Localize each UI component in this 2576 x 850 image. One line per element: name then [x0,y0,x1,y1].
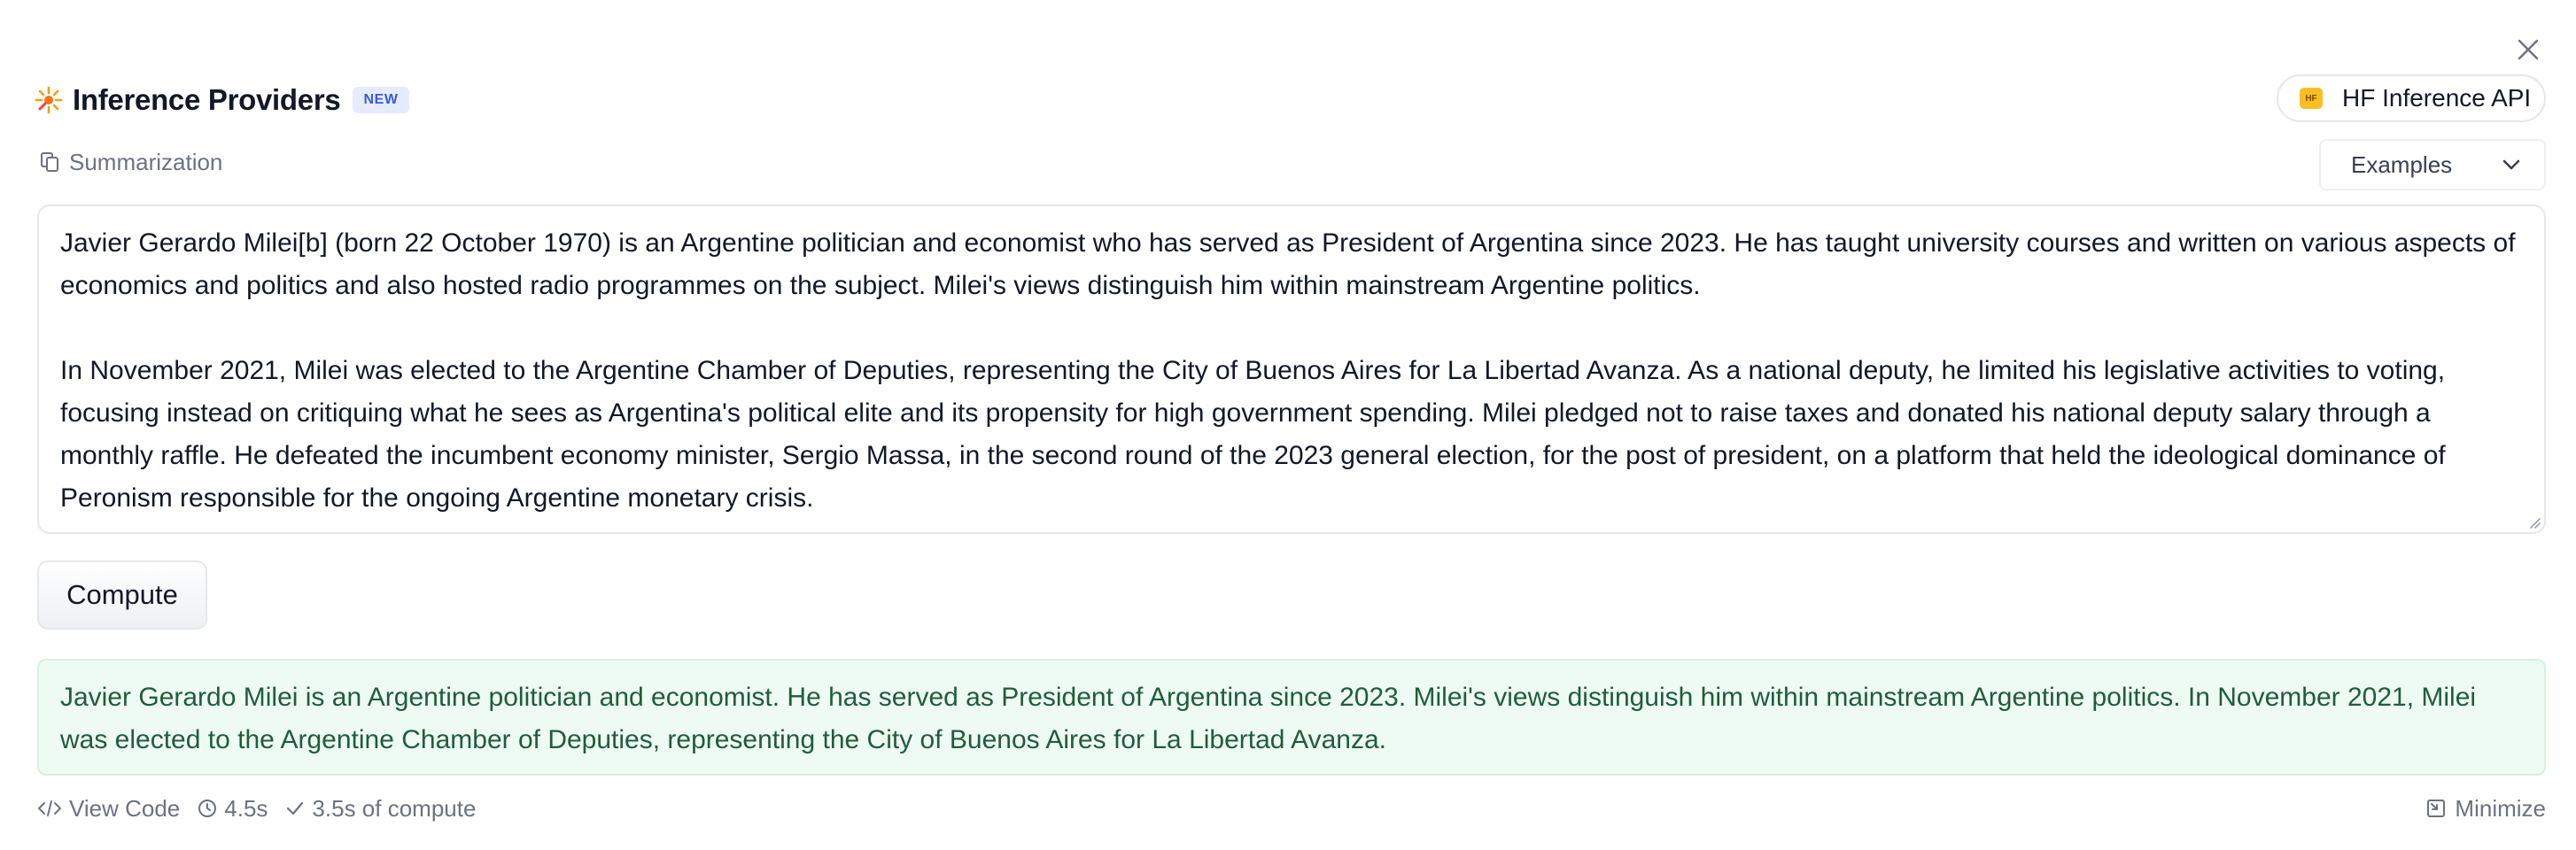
close-icon [2518,39,2539,60]
output-text: Javier Gerardo Milei is an Argentine pol… [60,683,2477,754]
minimize-label: Minimize [2455,794,2546,822]
examples-dropdown[interactable]: Examples [2319,139,2546,190]
minimize-icon [2426,799,2446,818]
minimize-button[interactable]: Minimize [2426,793,2546,823]
task-label: Summarization [69,148,223,175]
input-paragraph: Javier Gerardo Milei[b] (born 22 October… [60,228,2516,300]
chevron-down-icon [2502,159,2520,170]
input-textarea[interactable]: Javier Gerardo Milei[b] (born 22 October… [37,205,2546,534]
clock-icon [198,799,217,818]
input-paragraph: In November 2021, Milei was elected to t… [60,356,2446,513]
view-code-label: View Code [69,794,181,822]
hf-logo-icon: HF [2300,88,2323,109]
task-indicator: Summarization [39,148,222,176]
sparkle-icon [34,85,64,115]
page-title: Inference Providers [73,83,341,116]
latency-stat: 4.5s [198,795,268,823]
examples-label: Examples [2351,151,2453,178]
compute-time-value: 3.5s of compute [312,794,477,822]
output-panel: Javier Gerardo Milei is an Argentine pol… [37,659,2546,776]
widget-header: Inference Providers NEW [34,78,409,122]
close-button[interactable] [2512,34,2544,66]
new-badge: NEW [353,87,409,113]
footer-stats: View Code 4.5s 3.5s of compute [37,793,493,823]
compute-button[interactable]: Compute [37,560,207,630]
document-copy-icon [39,151,60,173]
compute-stat: 3.5s of compute [285,795,476,823]
provider-selector-button[interactable]: HF HF Inference API [2277,74,2546,122]
code-icon [37,800,62,817]
check-icon [285,800,305,817]
latency-value: 4.5s [224,794,268,822]
provider-label: HF Inference API [2342,84,2532,112]
view-code-button[interactable]: View Code [37,795,180,823]
resize-handle-icon[interactable] [2526,514,2541,529]
